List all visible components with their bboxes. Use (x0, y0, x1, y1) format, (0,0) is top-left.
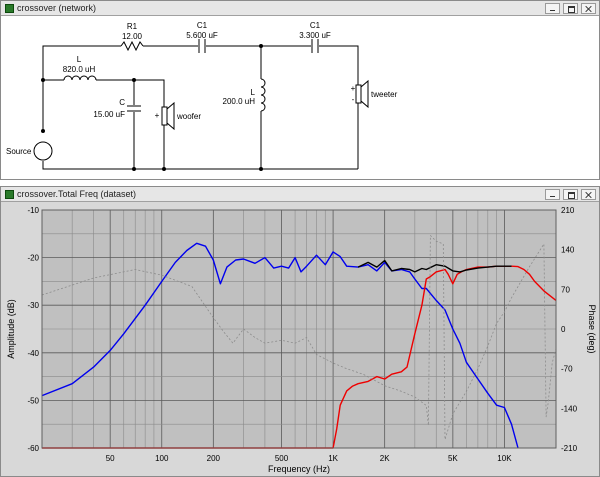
junction-2 (132, 78, 136, 82)
close-button[interactable] (581, 188, 596, 200)
x-tick-label: 50 (106, 454, 115, 463)
x-tick-label: 5K (448, 454, 458, 463)
y-tick-label: -10 (27, 206, 39, 215)
l1-value: 820.0 uH (63, 65, 96, 74)
y2-tick-label: 0 (561, 325, 566, 334)
r1-name: R1 (127, 22, 138, 31)
maximize-button[interactable] (563, 2, 578, 14)
y2-tick-label: 70 (561, 285, 570, 294)
x-tick-label: 500 (275, 454, 289, 463)
tweeter-plus: + (351, 84, 356, 93)
y-tick-label: -50 (27, 396, 39, 405)
minimize-button[interactable] (545, 188, 560, 200)
network-window: crossover (network) R1 12.00 C1 5.600 uF… (0, 0, 600, 180)
source-label: Source (6, 147, 32, 156)
y2-axis-title: Phase (deg) (587, 304, 597, 353)
tweeter-minus: - (352, 95, 355, 104)
l1-name: L (77, 55, 82, 64)
chart-titlebar[interactable]: crossover.Total Freq (dataset) (1, 187, 599, 202)
tweeter-label: tweeter (371, 90, 398, 99)
l2-value: 200.0 uH (223, 97, 256, 106)
y2-tick-label: -70 (561, 365, 573, 374)
l1-inductor-symbol (63, 75, 97, 81)
chart-window: crossover.Total Freq (dataset) 50 100 200 5… (0, 186, 600, 477)
schematic-canvas: R1 12.00 C1 5.600 uF C1 3.300 uF L 820.0… (6, 21, 398, 171)
app-icon (5, 3, 14, 13)
y-tick-label: -60 (27, 444, 39, 453)
y-axis-title: Amplitude (dB) (6, 299, 16, 359)
woofer-body (161, 106, 168, 126)
tweeter-body (355, 84, 362, 104)
y2-tick-label: -140 (561, 404, 578, 413)
r1-value: 12.00 (122, 32, 143, 41)
y-tick-label: -20 (27, 254, 39, 263)
junction-6 (259, 167, 263, 171)
junction-3 (259, 44, 263, 48)
x-tick-label: 1K (328, 454, 338, 463)
woofer-cone (166, 101, 175, 131)
y-tick-labels: -10 -20 -30 -40 -50 -60 (27, 206, 39, 453)
x-tick-label: 10K (497, 454, 512, 463)
app-icon (5, 189, 14, 199)
network-titlebar[interactable]: crossover (network) (1, 1, 599, 16)
close-button[interactable] (581, 2, 596, 14)
wire-l1-woofer (96, 79, 165, 107)
x-tick-label: 200 (207, 454, 221, 463)
c2-name: C (119, 98, 125, 107)
y2-tick-label: 140 (561, 246, 575, 255)
x-tick-label: 2K (380, 454, 390, 463)
x-tick-label: 100 (155, 454, 169, 463)
maximize-button[interactable] (563, 188, 578, 200)
tweeter-cone (360, 79, 369, 109)
y2-tick-label: 210 (561, 206, 575, 215)
c1a-value: 5.600 uF (186, 31, 218, 40)
y-tick-label: -30 (27, 301, 39, 310)
c1b-name: C1 (310, 21, 321, 30)
network-window-title: crossover (network) (17, 3, 97, 13)
frequency-chart: 50 100 200 500 1K 2K 5K 10K -10-20-30-40-50-60 … (6, 206, 597, 474)
c1a-name: C1 (197, 21, 208, 30)
y2-tick-labels: 210 140 70 0 -70 -140 -210 (561, 206, 578, 453)
junction-5 (162, 167, 166, 171)
l2-inductor-symbol (260, 78, 266, 112)
junction-4 (132, 167, 136, 171)
ground-wire (42, 161, 358, 170)
woofer-label: woofer (176, 112, 201, 121)
y-tick-label: -40 (27, 349, 39, 358)
x-tick-labels: 50 100 200 500 1K 2K 5K 10K (106, 454, 512, 463)
r1-resistor-symbol (120, 40, 144, 52)
minimize-button[interactable] (545, 2, 560, 14)
c2-value: 15.00 uF (93, 110, 125, 119)
junction-7 (41, 129, 45, 133)
c1b-value: 3.300 uF (299, 31, 331, 40)
source-symbol (33, 141, 53, 161)
chart-window-title: crossover.Total Freq (dataset) (17, 189, 137, 199)
l2-name: L (251, 88, 256, 97)
junction-1 (41, 78, 45, 82)
woofer-plus: + (155, 111, 160, 120)
wire-to-tweeter (319, 45, 359, 85)
x-axis-title: Frequency (Hz) (268, 464, 330, 474)
y2-tick-label: -210 (561, 444, 578, 453)
